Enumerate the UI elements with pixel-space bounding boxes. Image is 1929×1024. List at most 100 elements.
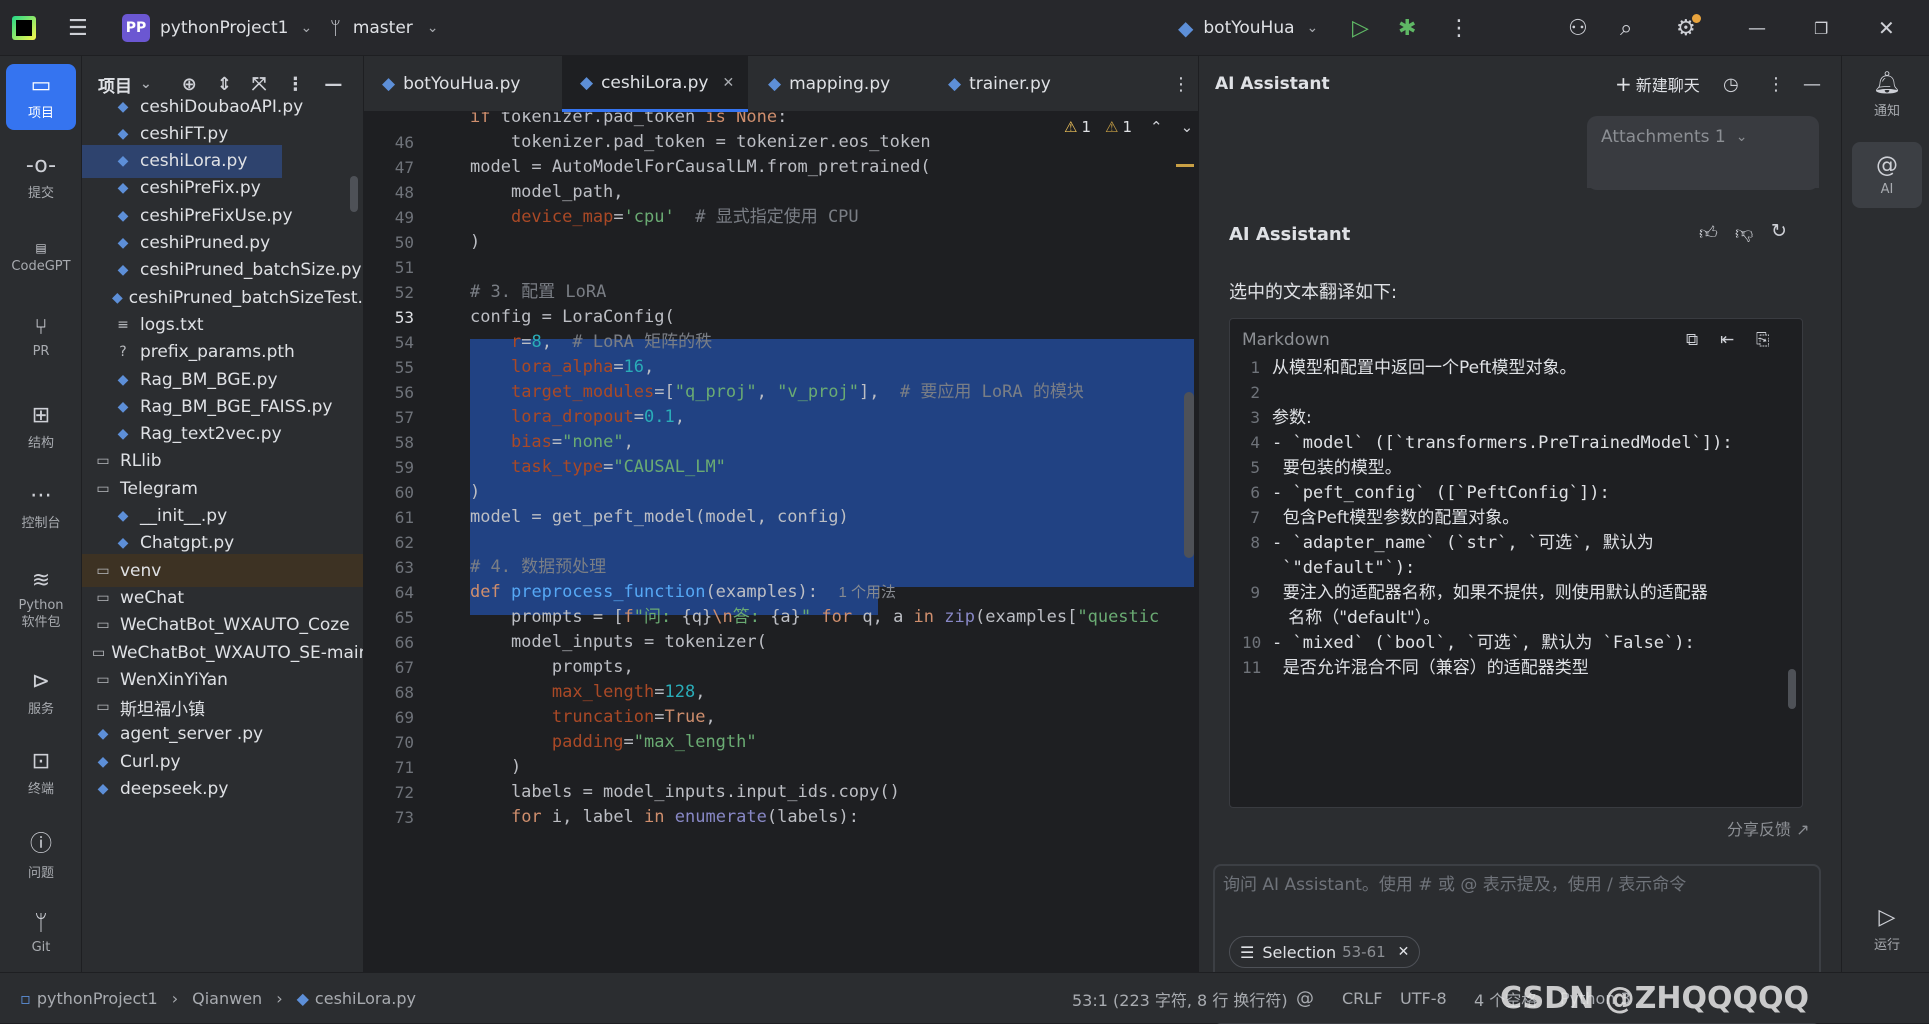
module-icon: ▫ (20, 989, 31, 1008)
ai-assistant-panel: AI Assistant + 新建聊天 ◷ ⋮ — Attachments 1 … (1198, 56, 1841, 1024)
add-user-icon[interactable]: ⚇ (1568, 0, 1588, 56)
line-separator[interactable]: CRLF (1342, 973, 1382, 1024)
tabs-more-icon[interactable]: ⋮ (1154, 56, 1194, 112)
tree-item-label: deepseek.py (120, 779, 229, 799)
tool-git[interactable]: ᛘ Git (6, 900, 76, 966)
share-feedback-link[interactable]: 分享反馈 ↗ (1727, 816, 1810, 840)
tree-file[interactable]: ◆ deepseek.py (82, 773, 363, 806)
tool-commit[interactable]: -o- 提交 (6, 144, 76, 210)
settings-gear-icon[interactable]: ⚙ (1676, 0, 1701, 56)
tab-trainer[interactable]: ◆ trainer.py (930, 56, 1106, 112)
code-line-59: task_type="CAUSAL_LM" (510, 457, 726, 477)
tab-label: trainer.py (969, 74, 1051, 94)
right-tool-strip: 🔔︎ 通知 @ AI ▷ 运行 (1841, 56, 1929, 972)
tool-ai[interactable]: @ AI (1852, 142, 1922, 208)
tree-item-label: Rag_BM_BGE_FAISS.py (140, 396, 333, 417)
python-file-icon: ◆ (117, 153, 129, 170)
tool-codegpt[interactable]: ▤ CodeGPT (6, 224, 76, 290)
restore-window-button[interactable]: ❐ (1814, 0, 1828, 56)
ai-spiral-icon: @ (1876, 153, 1898, 178)
previous-highlight-icon[interactable]: ⌃ (1150, 118, 1163, 136)
tool-python-packages[interactable]: ≋ Python 软件包 (6, 556, 76, 642)
copy-icon[interactable]: ⧉ (1686, 325, 1698, 355)
ai-options-icon[interactable]: ⋮ (1767, 56, 1785, 112)
inspection-widget[interactable]: ⚠ 1 ⚠ 1 ⌃ ⌄ (1058, 112, 1198, 142)
next-highlight-icon[interactable]: ⌄ (1181, 118, 1194, 136)
tree-item-label: WenXinYiYan (120, 669, 228, 690)
run-config-selector[interactable]: ◆ botYouHua ⌄ (1178, 0, 1318, 56)
chevron-down-icon: ⌄ (300, 20, 313, 36)
tool-project[interactable]: ▭ 项目 (6, 64, 76, 130)
python-file-icon: ◆ (117, 180, 129, 197)
selection-label: Selection (1262, 942, 1337, 962)
new-file-icon[interactable]: ⎘ (1756, 325, 1770, 355)
warning-count: 1 (1081, 118, 1091, 136)
project-switcher[interactable]: PP pythonProject1 ⌄ (122, 0, 312, 56)
insert-at-caret-icon[interactable]: ⇤ (1720, 325, 1734, 355)
git-icon: ᛘ (34, 911, 48, 936)
tool-structure[interactable]: ⊞ 结构 (6, 394, 76, 460)
selection-range: 53-61 (1342, 943, 1386, 961)
file-encoding[interactable]: UTF-8 (1400, 973, 1447, 1024)
tree-item-label: WeChatBot_WXAUTO_SE-main (111, 642, 364, 663)
debug-button[interactable]: ✱ (1398, 0, 1416, 56)
branch-icon: ᛘ (330, 17, 341, 39)
editor-tabs: ◆ botYouHua.py ◆ ceshiLora.py ✕ ◆ mappin… (364, 56, 1198, 112)
new-chat-button[interactable]: + 新建聊天 (1615, 56, 1700, 112)
chevron-down-icon: ⌄ (1306, 20, 1319, 36)
usage-hint[interactable]: 1 个用法 (839, 584, 897, 601)
python-icon: ◆ (1178, 16, 1194, 40)
code-block-lang: Markdown (1242, 330, 1330, 350)
regenerate-icon[interactable]: ↻ (1771, 220, 1787, 242)
remove-selection-icon[interactable]: ✕ (1398, 944, 1410, 960)
terminal-icon: ⊡ (31, 749, 51, 774)
more-actions-icon[interactable]: ⋮ (1448, 0, 1470, 56)
close-tab-icon[interactable]: ✕ (722, 75, 734, 91)
branch-switcher[interactable]: ᛘ master ⌄ (330, 0, 439, 56)
minimize-window-button[interactable]: — (1748, 0, 1766, 56)
python-file-icon: ◆ (117, 207, 129, 224)
code-block-scrollbar[interactable] (1788, 669, 1796, 709)
thumbs-up-icon[interactable]: 👍︎ (1699, 222, 1718, 244)
tree-item-label: ceshiPruned.py (140, 233, 271, 253)
python-file-icon: ◆ (97, 781, 109, 797)
attachments-toggle[interactable]: Attachments 1 ⌄ (1601, 122, 1747, 152)
editor-scrollbar[interactable] (1184, 392, 1194, 558)
thumbs-down-icon[interactable]: 👎︎ (1735, 222, 1753, 244)
chevron-down-icon: ⌄ (1735, 129, 1748, 145)
tool-notifications[interactable]: 🔔︎ 通知 (1852, 62, 1922, 128)
caret-position[interactable]: 53:1 (223 字符, 8 行 换行符) (1072, 973, 1288, 1024)
tool-run[interactable]: ▷ 运行 (1852, 896, 1922, 962)
ai-status-icon[interactable]: @ (1296, 973, 1314, 1024)
pycharm-logo-icon[interactable] (12, 0, 36, 56)
csdn-watermark: CSDN @ZHQQQQQ (1500, 981, 1810, 1016)
tool-problems[interactable]: ⓘ 问题 (6, 820, 76, 886)
pull-request-icon: ⑂ (34, 315, 48, 340)
breadcrumb-folder[interactable]: Qianwen (192, 989, 262, 1008)
tab-botyouhua[interactable]: ◆ botYouHua.py (364, 56, 560, 112)
tool-console[interactable]: ⋯ 控制台 (6, 474, 76, 540)
python-file-icon: ◆ (580, 72, 594, 93)
hide-ai-panel-icon[interactable]: — (1803, 56, 1821, 112)
tab-mapping[interactable]: ◆ mapping.py (750, 56, 928, 112)
history-icon[interactable]: ◷ (1723, 56, 1739, 112)
tree-scrollbar[interactable] (350, 176, 358, 212)
tool-label: 结构 (27, 436, 54, 451)
tool-terminal[interactable]: ⊡ 终端 (6, 740, 76, 806)
branch-name: master (352, 18, 413, 38)
search-icon[interactable]: ⌕ (1620, 0, 1632, 56)
breadcrumb-project[interactable]: pythonProject1 (37, 989, 158, 1008)
code-editor[interactable]: 46 47 48 49 50 51 52 53 54 55 56 57 58 59 60 61 62 63 64 65… (364, 112, 1198, 972)
tool-label: 问题 (27, 865, 54, 881)
status-bar: ▫ pythonProject1 › Qianwen › ◆ ceshiLora… (0, 972, 1929, 1023)
breadcrumb-file[interactable]: ceshiLora.py (315, 989, 416, 1008)
close-window-button[interactable]: ✕ (1878, 0, 1895, 56)
tool-services[interactable]: ⊳ 服务 (6, 660, 76, 726)
run-button[interactable]: ▷ (1352, 0, 1369, 56)
run-icon: ▷ (1878, 905, 1896, 930)
ai-input-placeholder[interactable]: 询问 AI Assistant。使用 # 或 @ 表示提及，使用 / 表示命令 (1223, 870, 1811, 895)
selection-chip[interactable]: ☰ Selection 53-61 ✕ (1229, 936, 1421, 968)
main-menu-icon[interactable]: ☰ (68, 0, 88, 56)
tool-pr[interactable]: ⑂ PR (6, 304, 76, 370)
tab-ceshilora[interactable]: ◆ ceshiLora.py ✕ (562, 56, 748, 112)
